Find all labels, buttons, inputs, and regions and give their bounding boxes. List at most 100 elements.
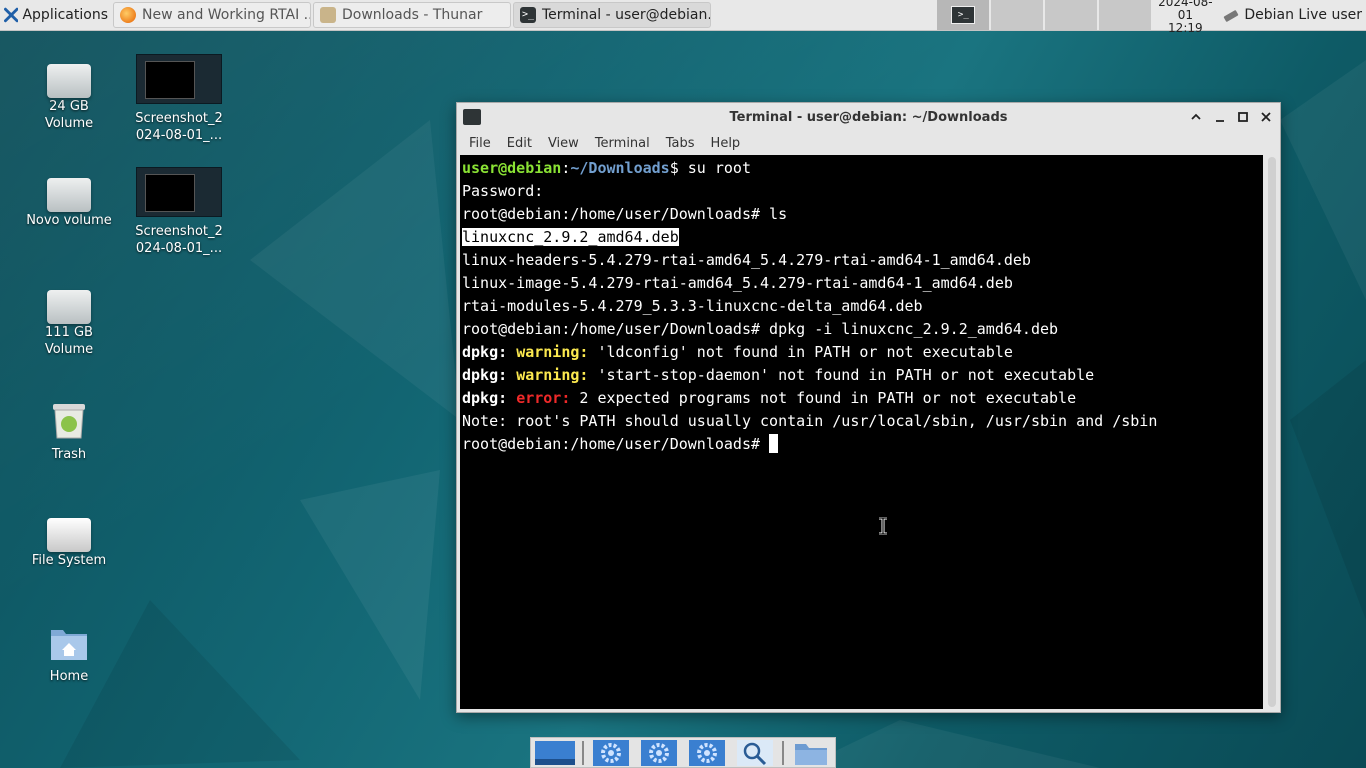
- window-titlebar[interactable]: Terminal - user@debian: ~/Downloads: [457, 103, 1280, 131]
- desktop-icon-label: 111 GB Volume: [44, 325, 94, 357]
- desktop-icon-screenshot-2[interactable]: Screenshot_2 024-08-01_...: [129, 167, 229, 257]
- desktop-icon-label: Trash: [51, 447, 87, 462]
- terminal-line: dpkg: error: 2 expected programs not fou…: [462, 387, 1263, 410]
- task-thunar[interactable]: Downloads - Thunar: [313, 2, 511, 28]
- menu-help[interactable]: Help: [703, 136, 749, 151]
- prompt-user: user@debian: [462, 159, 562, 177]
- desktop-icon-file-system[interactable]: File System: [19, 512, 119, 569]
- applications-label: Applications: [22, 7, 108, 23]
- search-icon: [737, 739, 773, 766]
- terminal-line: root@debian:/home/user/Downloads# ls: [462, 205, 788, 223]
- desktop-icon-111gb-volume[interactable]: 111 GB Volume: [19, 284, 119, 358]
- message-text: 'start-stop-daemon' not found in PATH or…: [588, 366, 1095, 384]
- dock-settings-3[interactable]: [686, 739, 728, 766]
- menu-terminal[interactable]: Terminal: [587, 136, 658, 151]
- applications-menu[interactable]: Applications: [0, 0, 112, 30]
- desktop-icon-label: 24 GB Volume: [44, 99, 94, 131]
- desktop-icon-home[interactable]: Home: [19, 624, 119, 685]
- top-panel: Applications New and Working RTAI ... Do…: [0, 0, 1366, 34]
- error-tag: error:: [516, 389, 571, 407]
- menu-view[interactable]: View: [540, 136, 587, 151]
- chevron-up-icon: [1191, 113, 1201, 120]
- terminal-output[interactable]: user@debian:~/Downloads$ su root Password…: [460, 155, 1263, 709]
- desktop-icon-label: Home: [49, 669, 89, 684]
- desktop-icon-novo-volume[interactable]: Novo volume: [19, 172, 119, 229]
- dock-separator: [782, 740, 784, 765]
- dock-files[interactable]: [790, 739, 832, 766]
- task-label: Downloads - Thunar: [342, 7, 483, 23]
- user-menu[interactable]: Debian Live user: [1218, 0, 1366, 30]
- desktop-icon-24gb-volume[interactable]: 24 GB Volume: [19, 58, 119, 132]
- dock-settings-2[interactable]: [638, 739, 680, 766]
- menubar: File Edit View Terminal Tabs Help: [457, 131, 1280, 155]
- maximize-button[interactable]: [1233, 107, 1253, 127]
- terminal-line: dpkg: warning: 'ldconfig' not found in P…: [462, 341, 1263, 364]
- minimize-button[interactable]: [1210, 107, 1230, 127]
- message-text: 2 expected programs not found in PATH or…: [570, 389, 1077, 407]
- dock-separator: [582, 740, 584, 765]
- user-label: Debian Live user: [1244, 7, 1362, 23]
- desktop-icon-label: Novo volume: [26, 213, 112, 228]
- terminal-line: Password:: [462, 182, 544, 200]
- trash-icon: [53, 404, 85, 439]
- desktop-icon-screenshot-1[interactable]: Screenshot_2 024-08-01_...: [129, 54, 229, 144]
- task-firefox[interactable]: New and Working RTAI ...: [113, 2, 311, 28]
- terminal-line: Note: root's PATH should usually contain…: [462, 412, 1158, 430]
- terminal-window: Terminal - user@debian: ~/Downloads File…: [456, 102, 1281, 713]
- shade-button[interactable]: [1186, 107, 1206, 127]
- terminal-line: linux-image-5.4.279-rtai-amd64_5.4.279-r…: [462, 274, 1013, 292]
- terminal-line: root@debian:/home/user/Downloads#: [462, 433, 1263, 456]
- command-text: $ su root: [669, 159, 751, 177]
- terminal-line: linux-headers-5.4.279-rtai-amd64_5.4.279…: [462, 251, 1031, 269]
- terminal-icon: >_: [520, 7, 536, 23]
- dock-show-desktop[interactable]: [534, 739, 576, 766]
- drive-icon: [47, 64, 91, 98]
- desktop-icon-label-line2: 024-08-01_...: [135, 241, 223, 256]
- warning-tag: warning:: [516, 366, 589, 384]
- folder-icon: [320, 7, 336, 23]
- desktop-icon-trash[interactable]: Trash: [19, 398, 119, 463]
- terminal-icon: >_: [951, 6, 976, 24]
- window-title: Terminal - user@debian: ~/Downloads: [729, 109, 1008, 125]
- workspace-2[interactable]: [991, 0, 1044, 30]
- workspace-1[interactable]: >_: [937, 0, 990, 30]
- task-terminal[interactable]: >_ Terminal - user@debian...: [513, 2, 711, 28]
- terminal-line: dpkg: warning: 'start-stop-daemon' not f…: [462, 364, 1263, 387]
- bottom-dock: [530, 737, 836, 768]
- settings-icon: [593, 739, 629, 766]
- dock-settings-1[interactable]: [590, 739, 632, 766]
- image-icon: [136, 167, 222, 217]
- mouse-ibeam-cursor-icon: [879, 517, 887, 535]
- dock-search[interactable]: [734, 739, 776, 766]
- firefox-icon: [120, 7, 136, 23]
- desktop-icon-label-line1: Screenshot_2: [135, 224, 223, 239]
- prompt-text: root@debian:/home/user/Downloads#: [462, 435, 770, 453]
- dpkg-prefix: dpkg:: [462, 343, 508, 361]
- maximize-icon: [1238, 112, 1248, 122]
- home-folder-icon: [51, 630, 87, 660]
- close-button[interactable]: [1256, 107, 1276, 127]
- scrollbar[interactable]: [1268, 157, 1276, 707]
- settings-icon: [641, 739, 677, 766]
- selected-text: linuxcnc_2.9.2_amd64.deb: [462, 228, 679, 246]
- warning-tag: warning:: [516, 343, 589, 361]
- image-icon: [136, 54, 222, 104]
- folder-icon: [795, 743, 827, 765]
- menu-file[interactable]: File: [461, 136, 499, 151]
- task-label: Terminal - user@debian...: [542, 7, 711, 23]
- task-label: New and Working RTAI ...: [142, 7, 311, 23]
- workspace-3[interactable]: [1045, 0, 1098, 30]
- clock-time: 12:19: [1168, 20, 1203, 35]
- show-desktop-icon: [535, 740, 575, 765]
- clock[interactable]: 2024-08-01 12:19: [1152, 0, 1218, 34]
- close-icon: [1261, 112, 1271, 122]
- dpkg-prefix: dpkg:: [462, 389, 508, 407]
- terminal-line: user@debian:~/Downloads$ su root: [462, 157, 1263, 180]
- workspace-4[interactable]: [1099, 0, 1152, 30]
- message-text: 'ldconfig' not found in PATH or not exec…: [588, 343, 1013, 361]
- minimize-icon: [1216, 120, 1224, 122]
- menu-tabs[interactable]: Tabs: [658, 136, 703, 151]
- drive-icon: [47, 178, 91, 212]
- menu-edit[interactable]: Edit: [499, 136, 540, 151]
- settings-icon: [689, 739, 725, 766]
